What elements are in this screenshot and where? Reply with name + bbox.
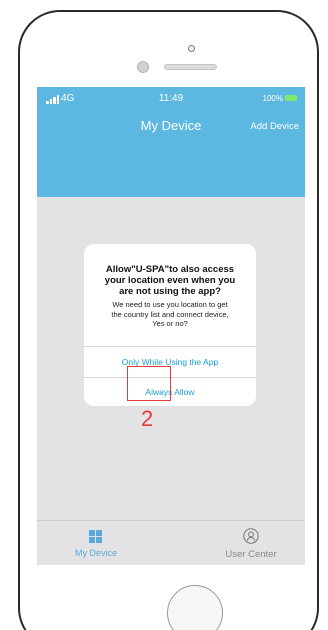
add-device-button[interactable]: Add Device bbox=[250, 121, 299, 132]
dialog-message: We need to use you location to get the c… bbox=[92, 300, 248, 329]
earpiece-speaker bbox=[164, 64, 217, 70]
tab-my-device[interactable]: My Device bbox=[37, 521, 147, 565]
app-screen: 4G 11:49 100% My Device Add Device Allow… bbox=[37, 87, 305, 565]
dialog-title-line: Allow"U-SPA"to also access bbox=[105, 264, 235, 275]
app-header: 4G 11:49 100% My Device Add Device bbox=[37, 87, 305, 197]
dialog-message-line: Yes or no? bbox=[152, 319, 188, 328]
user-icon bbox=[243, 528, 259, 544]
tab-label-user-center: User Center bbox=[225, 549, 277, 560]
tab-user-center[interactable]: User Center bbox=[197, 521, 305, 565]
dialog-title-line: your location even when you bbox=[104, 275, 236, 286]
front-camera bbox=[188, 45, 195, 52]
dialog-title: Allow"U-SPA"to also access your location… bbox=[92, 264, 248, 297]
status-bar: 4G 11:49 100% bbox=[37, 87, 305, 109]
step-number: 2 bbox=[141, 406, 154, 431]
tab-bar: My Device User Center bbox=[37, 520, 305, 565]
tab-label-my-device: My Device bbox=[74, 548, 117, 558]
proximity-sensor bbox=[137, 61, 149, 73]
dialog-message-line: We need to use you location to get bbox=[112, 300, 228, 309]
home-button[interactable] bbox=[167, 585, 223, 630]
battery-percent: 100% bbox=[262, 94, 283, 103]
grid-icon bbox=[89, 530, 102, 543]
dialog-title-line: are not using the app? bbox=[119, 286, 221, 297]
battery-icon bbox=[285, 95, 297, 101]
dialog-message-line: the country list and connect device, bbox=[111, 309, 229, 319]
step-highlight-box bbox=[127, 366, 171, 401]
